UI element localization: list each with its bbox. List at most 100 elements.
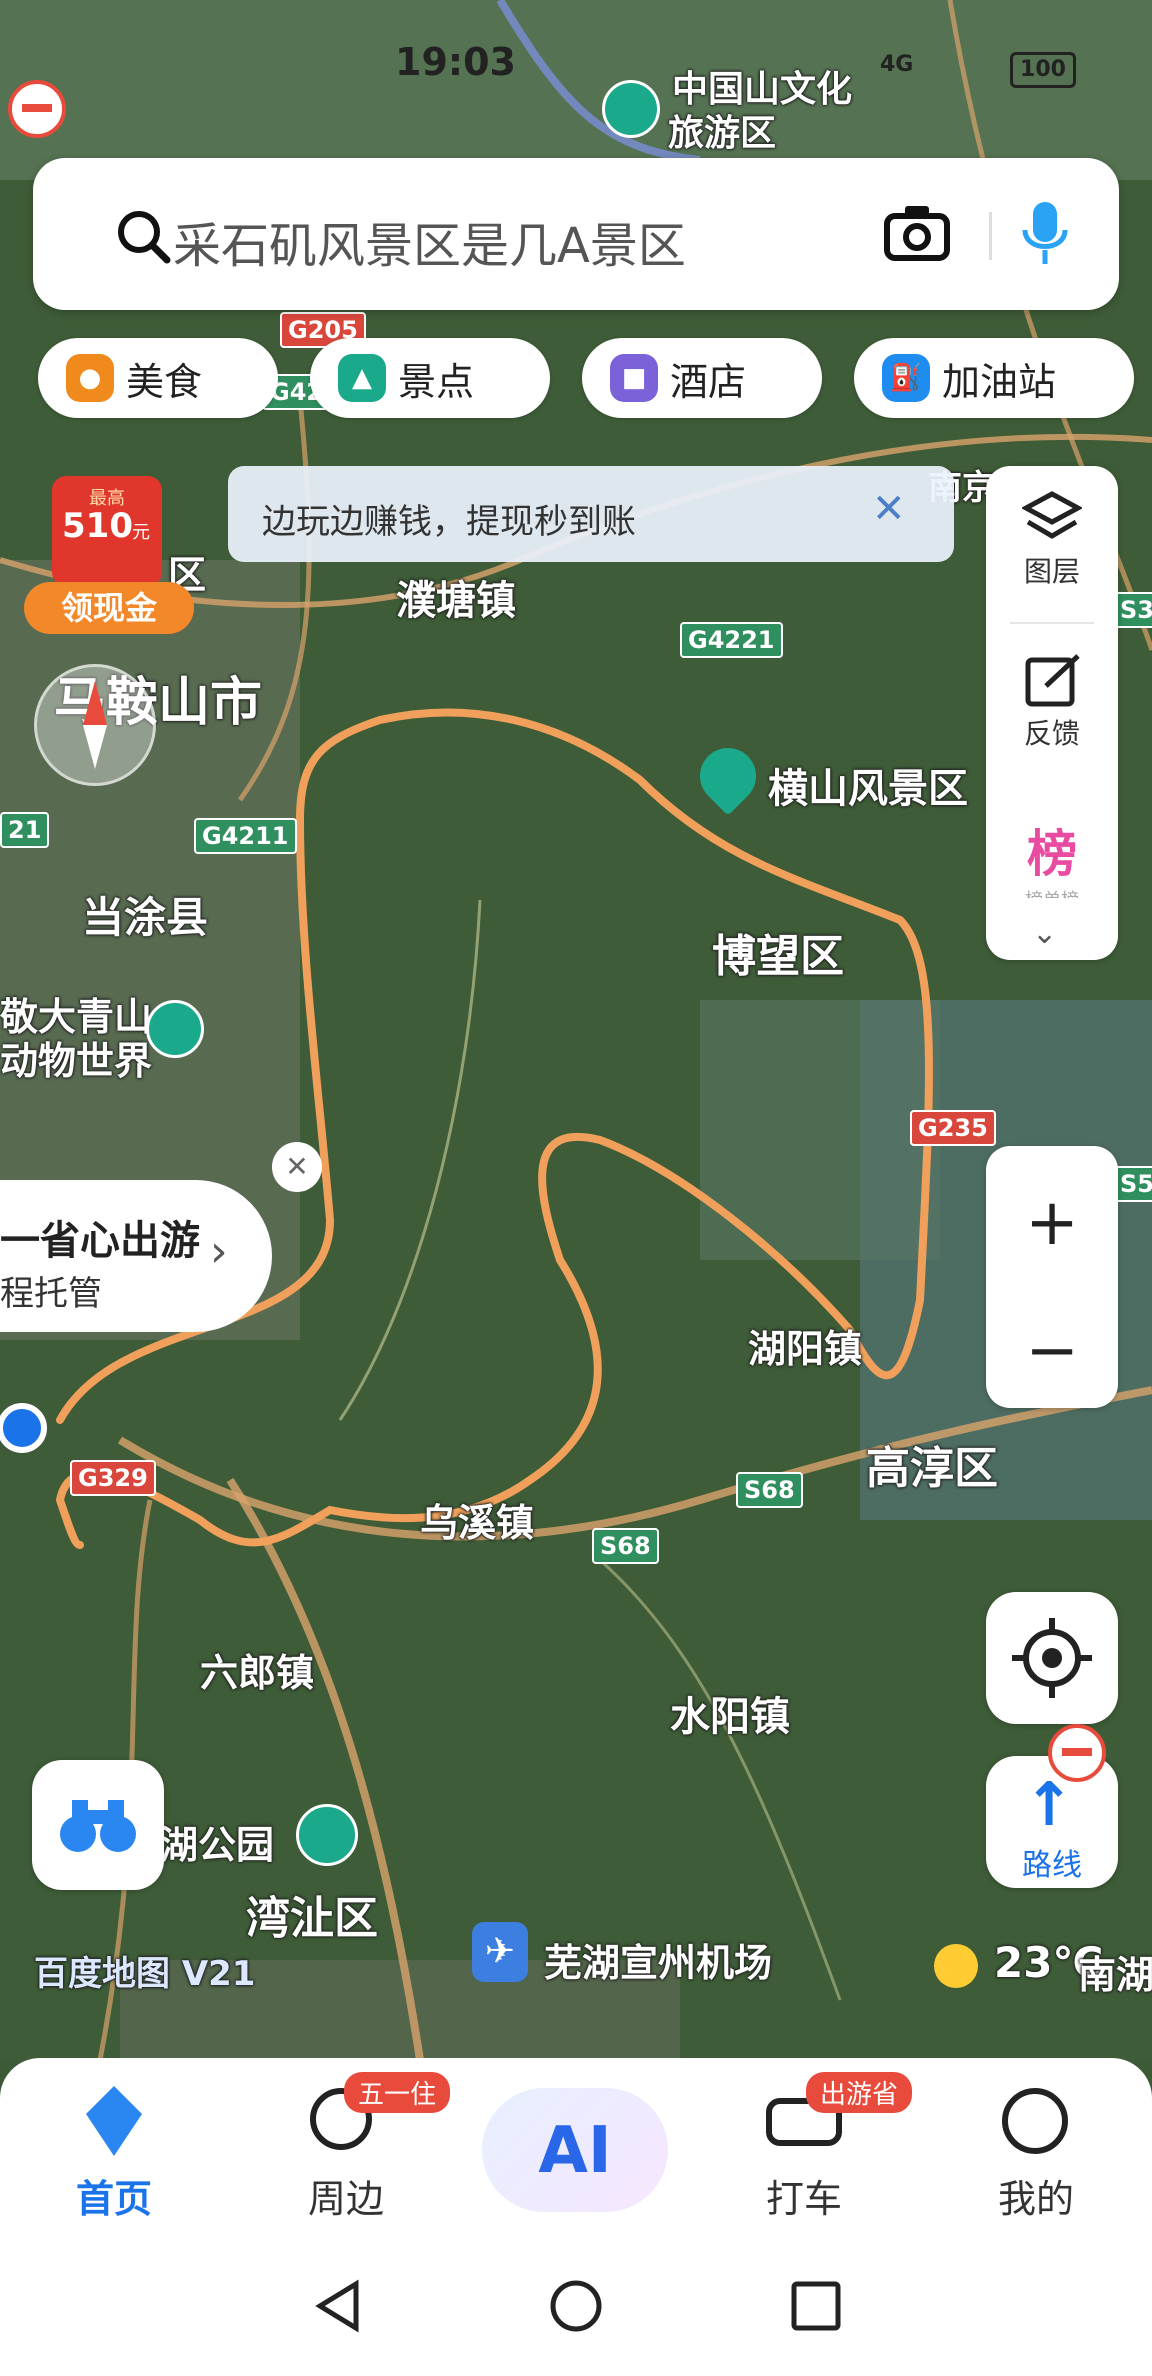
chip-gas-station[interactable]: ⛽ 加油站	[854, 338, 1134, 418]
map-label-liulang[interactable]: 六郎镇	[200, 1642, 314, 1697]
tab-nearby-badge: 五一住	[344, 2072, 451, 2113]
map-label-dangtu[interactable]: 当涂县	[82, 884, 208, 945]
bottom-tab-bar: 首页 周边 五一住 AI 打车 出游省 我的	[0, 2058, 1152, 2238]
tab-nearby-label: 周边	[307, 2177, 384, 2221]
map-label-airport[interactable]: 芜湖宣州机场	[544, 1932, 772, 1987]
map-label-scenic2[interactable]: 旅游区	[668, 104, 776, 156]
travel-card-subtitle: 程托管	[0, 1274, 102, 1314]
chevron-right-icon: ›	[210, 1226, 228, 1277]
layers-label: 图层	[1023, 555, 1080, 588]
chip-scenic[interactable]: ▲ 景点	[310, 338, 550, 418]
zoo-pin-icon[interactable]	[146, 1000, 204, 1058]
food-icon: ●	[66, 354, 114, 402]
promo-unit: 元	[132, 522, 150, 543]
back-nav-icon[interactable]	[310, 2278, 366, 2334]
map-label-huyang[interactable]: 湖阳镇	[748, 1318, 862, 1373]
road-g4221: G4221	[680, 622, 783, 658]
promo-banner[interactable]: 边玩边赚钱，提现秒到账 ✕	[228, 466, 954, 562]
airport-pin-icon[interactable]: ✈	[472, 1922, 528, 1982]
route-button[interactable]: ↑ 路线	[986, 1756, 1118, 1888]
microphone-icon[interactable]	[1017, 198, 1073, 270]
chip-gas-label: 加油站	[942, 359, 1057, 404]
promo-amount: 510	[62, 506, 133, 546]
explore-button[interactable]	[32, 1760, 164, 1890]
map-label-gaochun[interactable]: 高淳区	[866, 1432, 998, 1496]
road-g4211: G4211	[194, 818, 297, 854]
road-21: 21	[0, 812, 50, 848]
search-input[interactable]: 采石矶风景区是几A景区	[173, 206, 686, 276]
locate-button[interactable]	[986, 1592, 1118, 1724]
road-s68-b: S68	[592, 1528, 659, 1564]
recents-nav-icon[interactable]	[788, 2278, 844, 2334]
feedback-label: 反馈	[1023, 717, 1080, 750]
profile-icon	[1002, 2088, 1068, 2154]
road-g329: G329	[70, 1460, 156, 1496]
chip-hotel[interactable]: ■ 酒店	[582, 338, 822, 418]
road-g235: G235	[910, 1110, 996, 1146]
scenic-icon: ▲	[338, 354, 386, 402]
search-bar[interactable]: 采石矶风景区是几A景区	[33, 158, 1119, 310]
chip-food[interactable]: ● 美食	[38, 338, 278, 418]
restricted-marker-icon-2	[1048, 1724, 1106, 1782]
feedback-button[interactable]: 反馈	[986, 652, 1118, 752]
travel-card-close-icon[interactable]: ✕	[272, 1142, 322, 1192]
route-arrow-icon: ↑	[1024, 1770, 1075, 1840]
status-time: 19:03	[395, 40, 516, 84]
map-label-bowang[interactable]: 博望区	[712, 920, 844, 984]
map-tools-panel: 图层 反馈 榜 榜单榜 ⌄	[986, 466, 1118, 960]
road-s68-a: S68	[736, 1472, 803, 1508]
travel-card-title: 一省心出游	[0, 1218, 200, 1264]
map-label-wanzhi[interactable]: 湾沚区	[246, 1882, 378, 1946]
road-s38: S38	[1112, 592, 1152, 628]
gas-station-icon: ⛽	[882, 354, 930, 402]
chip-scenic-label: 景点	[398, 359, 475, 404]
binoculars-icon	[60, 1800, 136, 1852]
park-pin-icon[interactable]	[296, 1804, 358, 1866]
zoom-in-button[interactable]: +	[986, 1186, 1118, 1260]
map-label-wuxi[interactable]: 乌溪镇	[420, 1492, 534, 1547]
travel-card[interactable]: 一省心出游 程托管 ›	[0, 1180, 272, 1332]
ranking-button[interactable]: 榜 榜单榜	[986, 814, 1118, 898]
scenic-top-pin-icon[interactable]	[602, 80, 660, 138]
home-icon	[86, 2086, 142, 2156]
red-envelope[interactable]: 最高 510 元	[52, 476, 162, 586]
layers-button[interactable]: 图层	[986, 490, 1118, 590]
status-bar: 19:03 4G 100	[0, 0, 1152, 88]
sun-icon	[934, 1944, 978, 1988]
weather-place: 南湖	[1078, 1953, 1152, 1997]
banner-close-icon[interactable]: ✕	[872, 486, 906, 532]
map-label-hengshan[interactable]: 横山风景区	[768, 756, 968, 814]
tab-home-label: 首页	[75, 2177, 152, 2221]
map-label-puta[interactable]: 濮塘镇	[396, 568, 516, 626]
banner-text: 边玩边赚钱，提现秒到账	[262, 502, 636, 542]
home-nav-icon[interactable]	[548, 2278, 604, 2334]
ranking-sub: 榜单榜	[986, 886, 1118, 898]
tab-ai[interactable]: AI	[482, 2088, 668, 2212]
system-nav-bar	[0, 2238, 1152, 2376]
panel-expand-chevron-icon[interactable]: ⌄	[1032, 916, 1057, 951]
tab-taxi-badge: 出游省	[806, 2072, 913, 2113]
zoom-out-button[interactable]: −	[986, 1314, 1118, 1388]
map-label-shuiyang[interactable]: 水阳镇	[670, 1684, 790, 1742]
compass-icon[interactable]	[34, 664, 156, 786]
claim-cash-button[interactable]: 领现金	[24, 582, 194, 634]
layers-icon	[1020, 491, 1084, 539]
restricted-marker-icon	[8, 80, 66, 138]
map-label-park[interactable]: 湖公园	[160, 1814, 274, 1869]
ranking-icon: 榜	[1027, 825, 1077, 883]
map-label-zoo[interactable]: 动物世界	[0, 1030, 152, 1085]
ai-icon: AI	[538, 2114, 612, 2188]
route-label: 路线	[1022, 1848, 1082, 1883]
hotel-icon: ■	[610, 354, 658, 402]
feedback-icon	[1025, 654, 1080, 707]
current-location-dot	[0, 1403, 47, 1453]
panel-divider	[1010, 622, 1094, 624]
network-indicator: 4G	[880, 52, 914, 77]
camera-icon[interactable]	[883, 202, 951, 262]
locate-icon	[1012, 1618, 1092, 1698]
zoom-control: + −	[986, 1146, 1118, 1408]
search-divider	[989, 212, 992, 260]
battery-icon: 100	[1010, 52, 1076, 88]
tab-taxi-label: 打车	[765, 2177, 842, 2221]
road-s55: S55	[1112, 1166, 1152, 1202]
